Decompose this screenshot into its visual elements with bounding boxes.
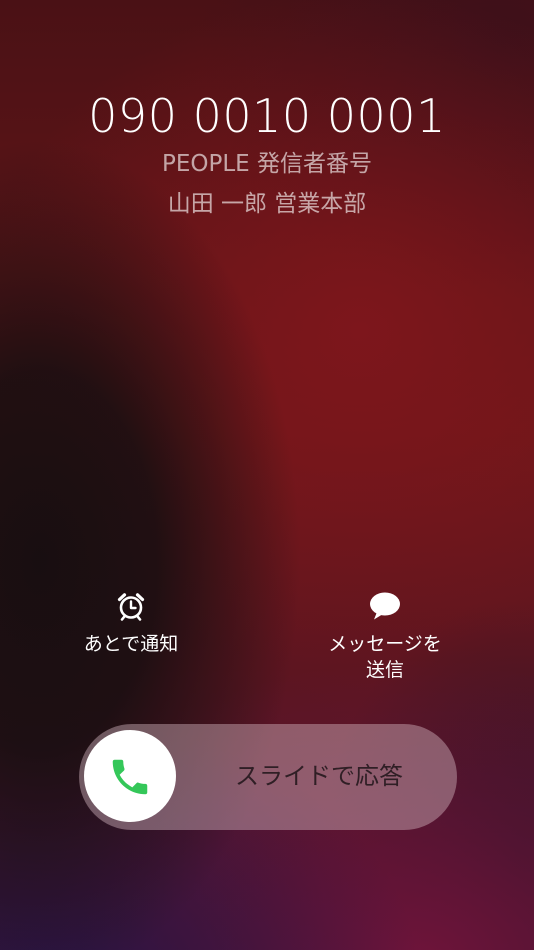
send-message-label-line2: 送信 [365,659,404,681]
slide-to-answer-slider[interactable]: スライドで応答 [79,724,457,830]
caller-phone-number: 090 0010 0001 [88,89,446,143]
send-message-label: メッセージを 送信 [300,631,470,683]
alarm-clock-icon [117,593,145,621]
slide-to-answer-label: スライドで応答 [235,762,403,790]
caller-id-source: PEOPLE 発信者番号 [161,151,373,177]
speech-bubble-icon [370,592,400,620]
phone-icon [112,759,148,795]
remind-me-button[interactable]: あとで通知 [46,591,216,657]
slider-knob[interactable] [84,730,176,822]
send-message-label-line1: メッセージを [328,633,442,655]
remind-me-label: あとで通知 [83,633,179,655]
caller-name: 山田 一郎 営業本部 [167,191,367,217]
send-message-button[interactable]: メッセージを 送信 [300,591,470,683]
